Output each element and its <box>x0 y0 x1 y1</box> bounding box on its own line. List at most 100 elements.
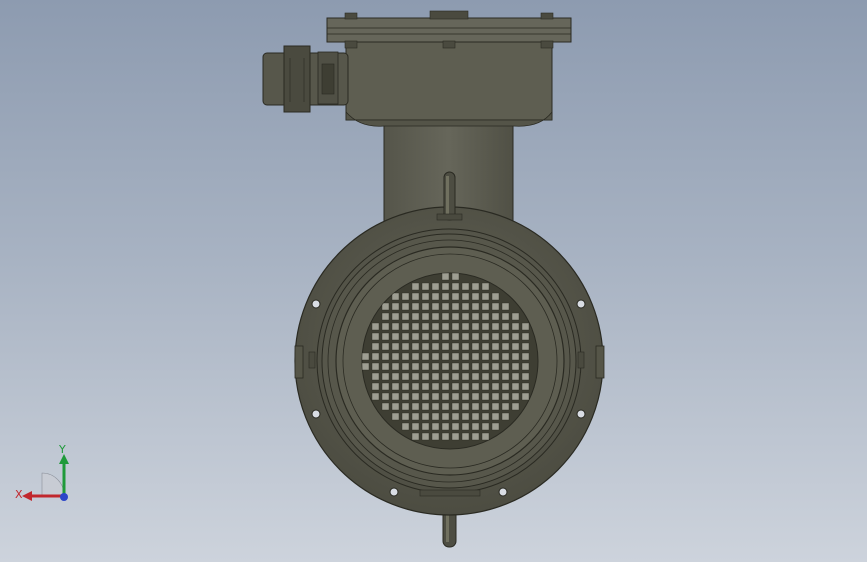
bolt-hole <box>576 299 586 309</box>
grille-hole <box>511 362 520 371</box>
grille-hole <box>431 392 440 401</box>
grille-hole <box>441 302 450 311</box>
grille-hole <box>401 372 410 381</box>
grille-hole <box>491 412 500 421</box>
grille-hole <box>401 392 410 401</box>
grille-hole <box>501 302 510 311</box>
grille-hole <box>461 372 470 381</box>
grille-hole <box>431 352 440 361</box>
grille-hole <box>491 372 500 381</box>
grille-hole <box>501 392 510 401</box>
grille-hole <box>471 302 480 311</box>
grille-hole <box>501 402 510 411</box>
grille-hole <box>421 282 430 291</box>
triad-xy-plane <box>41 472 65 496</box>
grille-hole <box>471 412 480 421</box>
grille-hole <box>381 352 390 361</box>
grille-hole <box>501 332 510 341</box>
grille-hole <box>401 302 410 311</box>
grille-hole <box>451 302 460 311</box>
grille-hole <box>471 342 480 351</box>
grille-hole <box>481 282 490 291</box>
grille-hole <box>461 422 470 431</box>
grille-hole <box>471 392 480 401</box>
grille-hole <box>441 352 450 361</box>
grille-hole <box>491 352 500 361</box>
grille-hole <box>511 322 520 331</box>
grille-hole <box>421 342 430 351</box>
grille-hole <box>411 292 420 301</box>
grille-hole <box>471 312 480 321</box>
grille-hole <box>451 422 460 431</box>
grille-hole <box>501 342 510 351</box>
grille-hole <box>491 392 500 401</box>
grille-hole <box>431 402 440 411</box>
grille-hole <box>471 332 480 341</box>
grille-hole <box>421 352 430 361</box>
grille-hole <box>491 382 500 391</box>
grille-hole <box>461 352 470 361</box>
grille-hole <box>471 432 480 441</box>
grille-hole <box>431 332 440 341</box>
grille-hole <box>441 412 450 421</box>
grille-hole <box>411 402 420 411</box>
grille-hole <box>381 302 390 311</box>
grille-hole <box>362 362 370 371</box>
grille-hole <box>371 352 380 361</box>
grille-hole <box>421 412 430 421</box>
grille-hole <box>511 402 520 411</box>
grille-hole <box>471 292 480 301</box>
grille-hole <box>431 362 440 371</box>
grille-hole <box>381 402 390 411</box>
grille-hole <box>391 302 400 311</box>
grille-hole <box>471 282 480 291</box>
grille-hole <box>491 342 500 351</box>
grille-hole <box>481 352 490 361</box>
triad-z-axis <box>60 493 68 501</box>
grille-hole <box>401 422 410 431</box>
grille-hole <box>411 302 420 311</box>
grille-hole <box>521 342 530 351</box>
grille-hole <box>441 432 450 441</box>
grille-hole <box>401 352 410 361</box>
grille-hole <box>431 382 440 391</box>
grille-hole <box>401 312 410 321</box>
grille-hole <box>501 372 510 381</box>
grille-hole <box>381 362 390 371</box>
grille-hole <box>481 382 490 391</box>
grille-hole <box>451 273 460 281</box>
grille-hole <box>451 432 460 441</box>
grille-hole <box>441 382 450 391</box>
motor-model[interactable] <box>0 0 867 562</box>
bolt-hole <box>311 299 321 309</box>
grille-hole <box>461 402 470 411</box>
grille-hole <box>461 312 470 321</box>
grille-hole <box>381 312 390 321</box>
grille-hole <box>411 422 420 431</box>
grille-hole <box>501 382 510 391</box>
grille-hole <box>411 412 420 421</box>
grille-hole <box>481 302 490 311</box>
grille-hole <box>421 392 430 401</box>
grille-hole <box>371 382 380 391</box>
grille-hole <box>521 372 530 381</box>
grille-hole <box>421 362 430 371</box>
graphics-viewport[interactable]: Y X <box>0 0 867 562</box>
grille-hole <box>421 422 430 431</box>
grille-hole <box>451 332 460 341</box>
grille-hole <box>461 292 470 301</box>
grille-hole <box>441 362 450 371</box>
grille-hole <box>461 412 470 421</box>
triad-x-arrow <box>22 491 32 501</box>
grille-hole <box>471 402 480 411</box>
grille-hole <box>491 302 500 311</box>
grille-hole <box>431 422 440 431</box>
grille-hole <box>401 342 410 351</box>
grille-hole <box>511 372 520 381</box>
grille-hole <box>451 342 460 351</box>
grille-hole <box>451 372 460 381</box>
grille-hole <box>411 282 420 291</box>
grille-hole <box>451 312 460 321</box>
grille-hole <box>481 332 490 341</box>
grille-hole <box>391 392 400 401</box>
